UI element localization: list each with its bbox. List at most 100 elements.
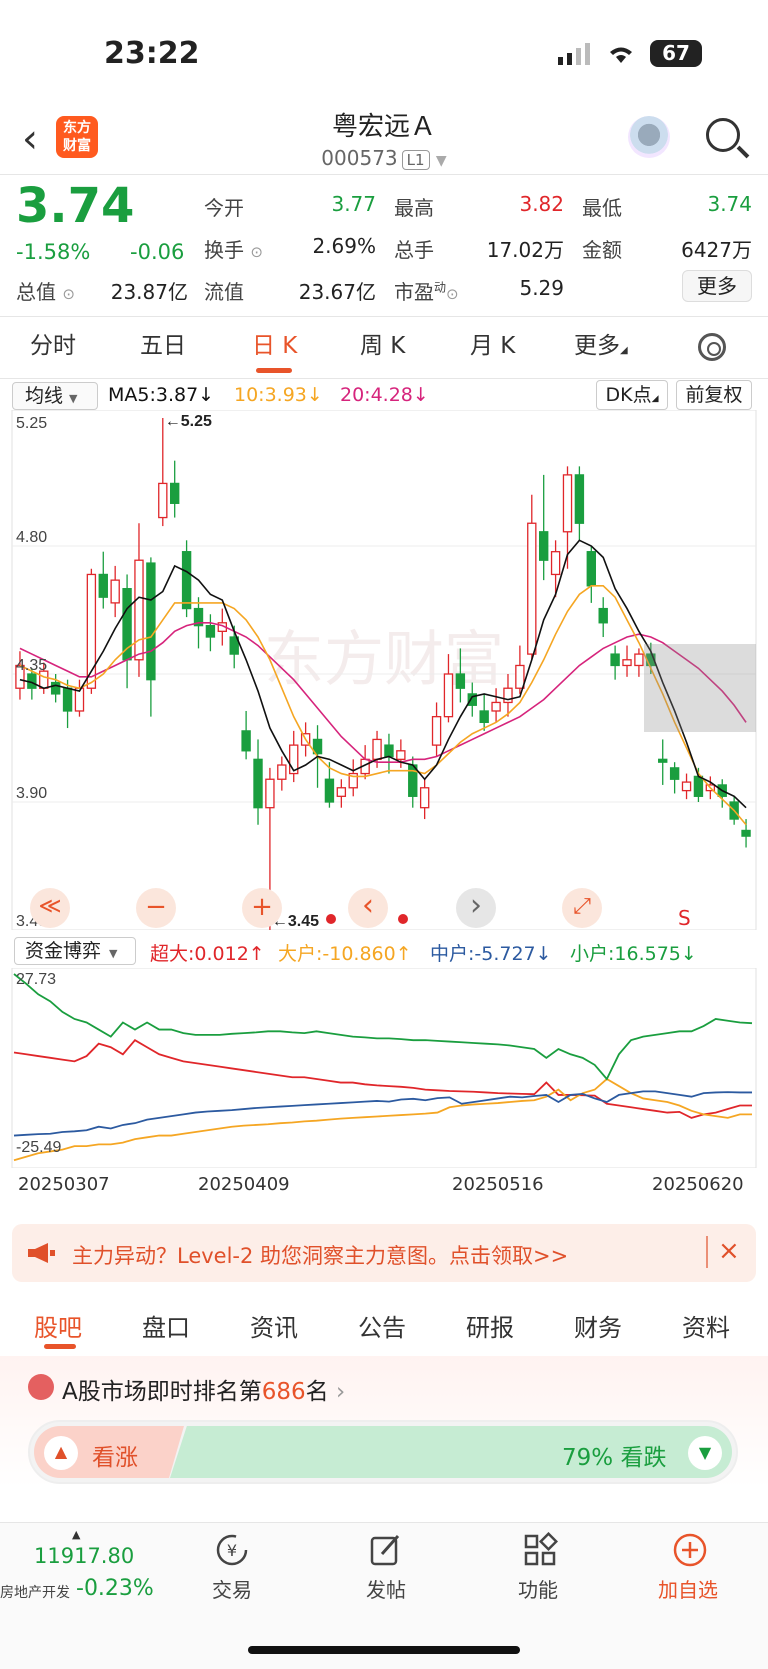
candle-body [181, 551, 192, 610]
index-name[interactable]: 房地产开发 [0, 1582, 70, 1602]
pe-label[interactable]: 市盈动⊙ [394, 276, 459, 305]
float-label: 流值 [204, 280, 244, 304]
next-button[interactable]: › [456, 888, 496, 928]
candle [98, 551, 108, 609]
event-dot[interactable] [326, 914, 336, 924]
candle-body [598, 607, 608, 624]
candle [669, 762, 680, 794]
tab-pankou[interactable]: 盘口 [142, 1308, 190, 1343]
tab-notice[interactable]: 公告 [358, 1308, 406, 1343]
gear-icon[interactable] [698, 333, 726, 361]
candle [717, 779, 727, 808]
zoom-in-button[interactable]: + [242, 888, 282, 928]
tab-guba[interactable]: 股吧 [34, 1308, 82, 1343]
nav-add-watch-label[interactable]: 加自选 [658, 1574, 718, 1603]
nav-post-label[interactable]: 发帖 [366, 1574, 406, 1603]
tab-weekly-k[interactable]: 周 K [360, 326, 405, 360]
change-percent: -1.58% [16, 240, 91, 264]
dropdown-icon: ▼ [69, 392, 78, 405]
tab-monthly-k[interactable]: 月 K [470, 326, 515, 360]
divider [0, 174, 768, 175]
home-indicator [248, 1646, 520, 1654]
candle [348, 759, 358, 797]
bullish-label[interactable]: 看涨 [92, 1438, 138, 1472]
level-badge: L1 [401, 150, 430, 170]
y-tick-label: 5.25 [16, 415, 47, 432]
assistant-robot-icon[interactable] [628, 116, 670, 158]
close-icon[interactable]: × [718, 1236, 740, 1266]
candle [169, 460, 180, 518]
bearish-label[interactable]: 79% 看跌 [562, 1438, 666, 1472]
trade-yen-icon[interactable]: ¥ [214, 1532, 250, 1568]
signal-icon [558, 42, 590, 65]
flow-select[interactable]: 资金博弈 ▼ [14, 937, 136, 965]
search-icon[interactable] [706, 118, 740, 152]
tab-intraday[interactable]: 分时 [30, 326, 76, 360]
sell-signal[interactable]: S [678, 906, 691, 930]
status-icons: 67 [558, 40, 702, 67]
event-dot[interactable] [398, 914, 408, 924]
tab-profile[interactable]: 资料 [682, 1308, 730, 1343]
turnover-label[interactable]: 换手 ⊙ [204, 234, 263, 263]
candle-body [658, 758, 668, 763]
forward-adjust-button[interactable]: 前复权 [676, 380, 752, 410]
nav-trade-label[interactable]: 交易 [212, 1574, 252, 1603]
indicator-select[interactable]: 均线 ▼ [12, 382, 98, 410]
more-button[interactable]: 更多 [682, 270, 752, 302]
compose-icon[interactable] [368, 1532, 404, 1568]
candle-body [146, 562, 156, 681]
candle [158, 418, 168, 527]
flow-small: 小户:16.575↓ [570, 943, 697, 965]
candle-body [562, 474, 573, 533]
candle-body [408, 764, 418, 797]
index-change[interactable]: -0.23% [76, 1576, 154, 1601]
kline-chart[interactable]: 东方财富 5.254.804.353.903.45←5.25←3.45 [0, 410, 768, 930]
corner-arrow-icon: ◢ [620, 345, 628, 356]
expand-button[interactable]: ⤢ [562, 888, 602, 928]
nav-func-label[interactable]: 功能 [518, 1574, 558, 1603]
candle-body [586, 551, 597, 587]
candle-body [622, 659, 632, 667]
rewind-button[interactable]: ≪ [30, 888, 70, 928]
candle-body [610, 653, 620, 667]
arrow-down-icon[interactable]: ▼ [688, 1436, 722, 1470]
info-icon: ⊙ [62, 285, 75, 303]
zoom-out-button[interactable]: − [136, 888, 176, 928]
flow-big: 大户:-10.860↑ [278, 943, 412, 965]
candle [681, 773, 692, 800]
index-value[interactable]: 11917.80 [34, 1544, 134, 1568]
candle [360, 745, 370, 780]
tab-more[interactable]: 更多◢ [574, 326, 628, 360]
dk-highlight-box [644, 644, 756, 732]
candle-body [527, 522, 537, 655]
fund-flow-chart[interactable]: 27.73 -25.49 [0, 968, 768, 1168]
candle [253, 739, 263, 825]
candle-body [158, 482, 168, 519]
battery-icon: 67 [650, 40, 702, 67]
candle [205, 614, 216, 652]
add-circle-icon[interactable] [672, 1532, 708, 1568]
prev-button[interactable]: ‹ [348, 888, 388, 928]
date-tick: 20250409 [198, 1174, 290, 1195]
candle-body [253, 758, 263, 809]
mktcap-label[interactable]: 总值 ⊙ [16, 276, 75, 305]
tab-daily-k[interactable]: 日 K [252, 326, 297, 360]
tab-five-day[interactable]: 五日 [140, 326, 186, 360]
grid-apps-icon[interactable] [522, 1532, 558, 1568]
arrow-up-icon[interactable]: ▲ [44, 1436, 78, 1470]
candle [431, 702, 442, 757]
tab-research[interactable]: 研报 [466, 1308, 514, 1343]
tab-finance[interactable]: 财务 [574, 1308, 622, 1343]
banner-text[interactable]: 主力异动？Level-2 助您洞察主力意图。点击领取>> [72, 1240, 568, 1270]
flow-super: 超大:0.012↑ [150, 943, 265, 965]
candle [574, 466, 585, 541]
candle-body [419, 787, 430, 809]
dk-point-button[interactable]: DK点◢ [596, 380, 668, 410]
candle [289, 730, 299, 783]
market-rank[interactable]: A股市场即时排名第686名 › [62, 1372, 345, 1406]
tab-news[interactable]: 资讯 [250, 1308, 298, 1343]
current-price: 3.74 [16, 178, 135, 234]
candle-body [372, 738, 382, 760]
divider [0, 316, 768, 317]
candle [538, 474, 549, 581]
